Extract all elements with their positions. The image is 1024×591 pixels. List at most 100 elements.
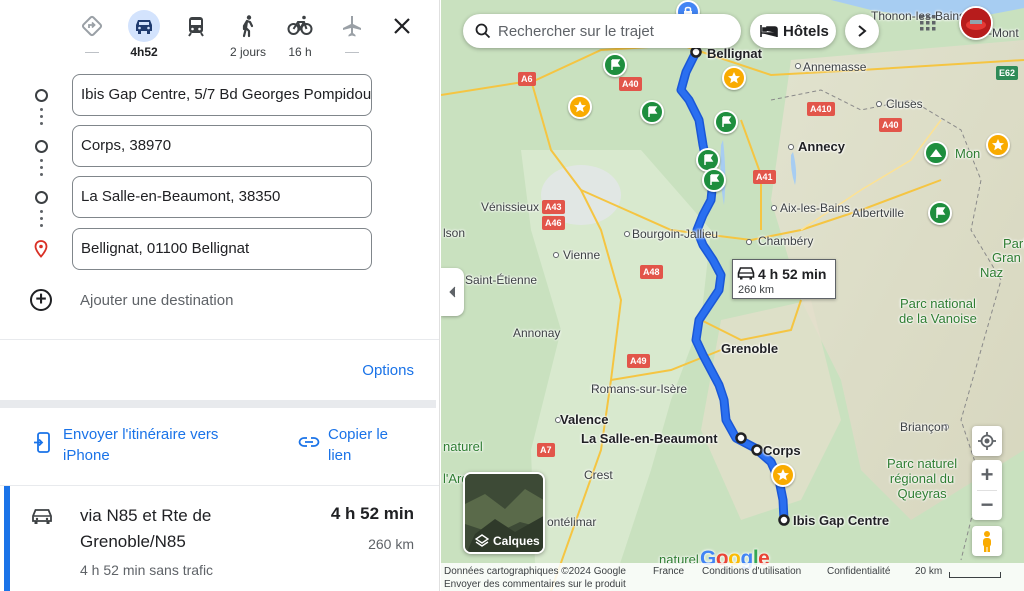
copy-line-2: lien: [328, 447, 352, 464]
poi-star-icon[interactable]: [568, 95, 592, 119]
place-label-gran: Naz: [980, 265, 1004, 280]
poi-flag-icon[interactable]: [702, 168, 726, 192]
layers-button[interactable]: Calques: [463, 472, 545, 554]
map-canvas[interactable]: Bellignat Thonon-les-Bains Annemasse Clu…: [441, 0, 1024, 591]
close-directions-button[interactable]: [388, 12, 416, 40]
chevron-left-icon: [449, 286, 456, 298]
section-divider: [0, 400, 436, 408]
footer-privacy-link[interactable]: Confidentialité: [827, 566, 890, 577]
place-label-lson: lson: [443, 226, 466, 240]
footer-terms-link[interactable]: Conditions d'utilisation: [702, 566, 801, 577]
poi-flag-icon[interactable]: [603, 53, 627, 77]
send-to-phone-label: Envoyer l'itinéraire vers iPhone: [63, 424, 218, 466]
origin-input[interactable]: Ibis Gap Centre, 5/7 Bd Georges Pompidou: [72, 74, 372, 116]
bicycle-icon: [284, 10, 316, 42]
poi-flag-icon[interactable]: [714, 110, 738, 134]
scale-label[interactable]: 20 km: [915, 566, 942, 577]
copy-link-label: Copier le lien: [328, 424, 388, 466]
road-shield-e62: E62: [996, 66, 1019, 80]
poi-mountain-icon[interactable]: [924, 141, 948, 165]
footer-feedback-link[interactable]: Envoyer des commentaires sur le produit: [444, 579, 626, 590]
my-location-button[interactable]: [972, 426, 1002, 456]
user-avatar[interactable]: [959, 6, 993, 40]
route-via: via N85 et Rte de Grenoble/N85: [80, 503, 300, 555]
car-icon: [32, 509, 52, 524]
send-line-2: iPhone: [63, 447, 110, 464]
route-duration: 4 h 52 min: [330, 504, 414, 523]
place-label-venissieux: Vénissieux: [481, 200, 540, 214]
place-label-annemasse: Annemasse: [803, 60, 867, 74]
poi-star-icon[interactable]: [986, 133, 1010, 157]
mode-walk-duration: 2 jours: [229, 45, 267, 59]
place-label-corps: Corps: [763, 443, 801, 458]
waypoint-input-1[interactable]: Corps, 38970: [72, 125, 372, 167]
footer-country-link[interactable]: France: [653, 566, 684, 577]
mode-flight-dash: [345, 52, 359, 53]
zoom-controls: + −: [972, 460, 1002, 520]
route-via-line-1: via N85 et Rte de: [80, 506, 212, 525]
options-link[interactable]: Options: [362, 362, 414, 379]
search-along-route-input[interactable]: Rechercher sur le trajet: [463, 14, 741, 48]
place-label-briancon: Briançon: [900, 420, 948, 434]
send-to-phone-icon: [34, 432, 50, 453]
street-view-pegman[interactable]: [972, 526, 1002, 556]
stop-row-destination: Bellignat, 01100 Bellignat: [0, 228, 439, 270]
place-label-annonay: Annonay: [513, 326, 561, 340]
more-chips-button[interactable]: [845, 14, 879, 48]
zoom-out-button[interactable]: −: [972, 490, 1002, 520]
pegman-icon: [983, 531, 991, 552]
place-label-vienne: Vienne: [563, 248, 601, 262]
park-queyras-line-3: Queyras: [897, 486, 947, 501]
road-shield-a48: A48: [640, 265, 663, 279]
route-via-line-2: Grenoble/N85: [80, 532, 186, 551]
apps-grid-icon[interactable]: [919, 14, 937, 32]
car-icon: [128, 10, 160, 42]
mode-transit-button[interactable]: [174, 8, 218, 60]
avatar-image: [961, 8, 991, 38]
origin-circle-icon: [35, 89, 48, 102]
travel-mode-bar: 4h52 2 jours 16 h: [70, 8, 420, 60]
mode-best-button[interactable]: [70, 8, 114, 60]
road-shield-a46: A46: [542, 216, 565, 230]
collapse-panel-button[interactable]: [441, 268, 464, 316]
poi-star-icon[interactable]: [722, 66, 746, 90]
callout-distance: 260 km: [738, 284, 775, 296]
poi-flag-icon[interactable]: [640, 100, 664, 124]
stop-row-origin: Ibis Gap Centre, 5/7 Bd Georges Pompidou: [0, 74, 439, 116]
place-label-annecy: Annecy: [798, 139, 845, 154]
route-option-card[interactable]: via N85 et Rte de Grenoble/N85 4 h 52 min…: [0, 486, 439, 591]
place-label-bourgoin: Bourgoin-Jallieu: [632, 227, 719, 241]
place-label-cluses: Cluses: [886, 97, 923, 111]
send-line-1: Envoyer l'itinéraire vers: [63, 426, 219, 443]
place-label-ibis-gap: Ibis Gap Centre: [793, 513, 890, 528]
close-icon: [394, 18, 410, 34]
park-vanoise-line-2: de la Vanoise: [899, 311, 977, 326]
map-footer: Données cartographiques ©2024 Google Fra…: [441, 563, 1024, 591]
place-label-valence: Valence: [560, 412, 609, 427]
road-shield-a43: A43: [542, 200, 565, 214]
mode-flight-button[interactable]: [330, 8, 374, 60]
waypoint-circle-icon: [35, 140, 48, 153]
layers-label: Calques: [493, 534, 540, 548]
hotels-chip[interactable]: Hôtels: [750, 14, 836, 48]
waypoint-input-2[interactable]: La Salle-en-Beaumont, 38350: [72, 176, 372, 218]
place-label-pari: Pari: [1003, 236, 1024, 251]
zoom-in-button[interactable]: +: [972, 460, 1002, 490]
mode-car-button[interactable]: 4h52: [122, 8, 166, 60]
road-shield-a40-east: A40: [879, 118, 902, 132]
poi-flag-icon[interactable]: [928, 201, 952, 225]
mode-walk-button[interactable]: 2 jours: [226, 8, 270, 60]
divider: [0, 339, 439, 340]
place-label-aix-les-bains: Aix-les-Bains: [780, 201, 851, 215]
poi-star-icon[interactable]: [771, 463, 795, 487]
park-label-queyras: Parc naturel régional du Queyras: [887, 456, 957, 501]
place-label-chambery: Chambéry: [758, 234, 814, 248]
chevron-right-icon: [858, 25, 867, 37]
destination-pin-icon: [34, 240, 48, 258]
destination-input[interactable]: Bellignat, 01100 Bellignat: [72, 228, 372, 270]
route-time-callout[interactable]: 4 h 52 min 260 km: [732, 259, 836, 299]
park-queyras-line-2: régional du: [889, 471, 955, 486]
mode-bike-button[interactable]: 16 h: [278, 8, 322, 60]
road-shield-a7: A7: [537, 443, 555, 457]
park-queyras-line-1: Parc naturel: [887, 456, 958, 471]
